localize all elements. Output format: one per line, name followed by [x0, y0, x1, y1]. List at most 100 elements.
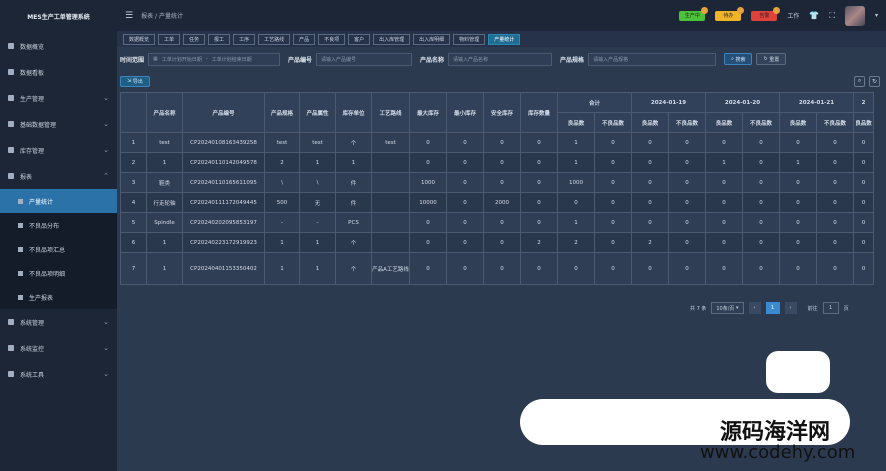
table-cell: 件	[335, 172, 372, 193]
table-row[interactable]: 5 Spindle CP20240202095853197- - PCS 0 0 0 0 1 0 0 0…	[120, 212, 874, 233]
table-cell: 0	[520, 132, 558, 153]
sidebar: MES生产工单管理系统 数据概览 数据看板 生产管理 ⌄ 基础数据管理 ⌄ 库存管理 ⌄ 报表 ⌃…	[0, 0, 117, 471]
shirt-icon[interactable]: 👕	[809, 11, 819, 20]
menu-toggle-icon[interactable]: ☰	[125, 11, 133, 21]
sidebar-subitem-1[interactable]: 不良品分布	[0, 213, 117, 237]
product-code-label: 产品编号	[288, 56, 313, 64]
gear-icon	[8, 319, 14, 325]
tags-view: 数据概览 工单 任务 报工 工序 工艺路线 产品 不良项 客户 出入库管理 出入库明细 物料管理 产量统…	[117, 31, 886, 47]
table-cell: CP20240111172049445	[182, 192, 265, 213]
table-cell: 0	[853, 132, 874, 153]
group-header: 2024-01-19	[631, 92, 706, 113]
table-row[interactable]: 2 1 CP20240110142049578 2 1 1 0 0 0 0 1 0 0 0 1 0 1 0 0	[120, 152, 874, 173]
table-cell: 1000	[557, 172, 595, 193]
tab-0[interactable]: 数据概览	[123, 33, 156, 45]
table-cell: 0	[853, 192, 874, 213]
reset-button[interactable]: ↻ 重置	[756, 53, 787, 65]
tab-10[interactable]: 出入库明细	[413, 33, 451, 45]
sidebar-subitem-2[interactable]: 不良品项汇总	[0, 237, 117, 261]
search-toggle-icon[interactable]: ⌕	[854, 75, 865, 87]
fullscreen-icon[interactable]: ⛶	[829, 11, 835, 21]
tab-2[interactable]: 任务	[183, 33, 206, 45]
breadcrumb-item[interactable]: 报表	[141, 13, 153, 20]
chevron-down-icon[interactable]: ▾	[875, 12, 878, 19]
table-cell: 1	[335, 152, 372, 173]
table-cell: -	[264, 212, 300, 233]
sidebar-item-t5[interactable]: 报表 ⌃	[0, 163, 117, 189]
table-cell: 0	[483, 232, 521, 253]
sub-header: 良品数	[631, 112, 669, 133]
sidebar-subitem-4[interactable]: 生产报表	[0, 285, 117, 309]
table-cell: 0	[705, 212, 743, 233]
sidebar-subitem-3[interactable]: 不良品项明细	[0, 261, 117, 285]
tab-5[interactable]: 工艺路线	[258, 33, 291, 45]
sidebar-item-t1[interactable]: 数据看板	[0, 59, 117, 85]
status-badge-production[interactable]: 生产中	[679, 6, 709, 21]
page-size-select[interactable]: 10条/页 ▾	[711, 302, 744, 314]
table-cell: 0	[631, 132, 669, 153]
table-cell: 0	[668, 152, 706, 173]
sidebar-item-label: 生产管理	[20, 95, 45, 103]
table-cell: 0	[520, 252, 558, 285]
table-cell: 0	[853, 172, 874, 193]
table-cell: 4	[120, 192, 147, 213]
sidebar-item-t0[interactable]: 数据概览	[0, 33, 117, 59]
prev-page-button[interactable]: ‹	[748, 302, 761, 314]
user-label[interactable]: 工作	[787, 11, 799, 20]
tab-11[interactable]: 物料管理	[453, 33, 486, 45]
table-cell: 0	[631, 152, 669, 173]
date-range-input[interactable]: ▦ 工单计划开始日期 - 工单计划结束日期	[148, 52, 281, 66]
product-name-input[interactable]: 请输入产品名称	[448, 52, 553, 66]
refresh-icon[interactable]: ↻	[869, 75, 880, 87]
sidebar-item-b2[interactable]: 系统工具 ⌄	[0, 361, 117, 387]
table-row[interactable]: 4 行走轮轴 CP20240111172049445 500 无件 10000 0 2000 0…	[120, 192, 874, 213]
stats-table-wrapper: 产品名称 产品编号 产品规格 产品属性 库存单位 工艺路线 最大库存 最小库存 安全库存 库存数量…	[120, 92, 886, 288]
sidebar-item-b1[interactable]: 系统监控 ⌄	[0, 335, 117, 361]
report-icon	[18, 270, 23, 276]
sidebar-subitem-label: 不良品项汇总	[29, 246, 66, 254]
sidebar-subitem-0[interactable]: 产量统计	[0, 189, 117, 213]
goto-page-input[interactable]: 1	[822, 302, 839, 314]
avatar[interactable]	[844, 5, 865, 26]
table-cell: 1	[557, 132, 595, 153]
search-button[interactable]: ⌕ 搜索	[724, 53, 753, 65]
table-cell: \	[264, 172, 300, 193]
table-cell: 0	[853, 212, 874, 233]
table-cell: 0	[483, 172, 521, 193]
table-cell: 0	[446, 232, 484, 253]
table-cell: \	[299, 172, 336, 193]
status-badge-alert[interactable]: 告警	[751, 6, 781, 21]
page-number-current[interactable]: 1	[765, 302, 780, 314]
sidebar-item-t3[interactable]: 基础数据管理 ⌄	[0, 111, 117, 137]
tab-4[interactable]: 工序	[233, 33, 256, 45]
table-cell: 0	[816, 252, 854, 285]
next-page-button[interactable]: ›	[784, 302, 797, 314]
tab-6[interactable]: 产品	[293, 33, 316, 45]
table-row[interactable]: 6 1 CP20240223172919923 1 1 个 0 0 0 2 2 0 2 0 0 0 0 0 0	[120, 232, 874, 253]
tab-3[interactable]: 报工	[208, 33, 231, 45]
table-row[interactable]: 3 鞋类 CP20240110165611095 \ \ 件 1000 0 0 0 1000 0 0 0 0…	[120, 172, 874, 193]
product-spec-input[interactable]: 请输入产品规格	[588, 52, 717, 66]
export-button[interactable]: ⇲ 导出	[120, 75, 150, 87]
sidebar-item-label: 系统工具	[20, 371, 45, 379]
product-code-input[interactable]: 请输入产品编号	[316, 52, 413, 66]
tab-1[interactable]: 工单	[158, 33, 181, 45]
column-header: 产品编号	[182, 92, 265, 133]
tab-7[interactable]: 不良项	[318, 33, 346, 45]
sidebar-item-label: 库存管理	[20, 147, 45, 155]
tab-9[interactable]: 出入库管理	[373, 33, 411, 45]
table-cell: 0	[594, 232, 632, 253]
tab-8[interactable]: 客户	[348, 33, 371, 45]
sidebar-item-t2[interactable]: 生产管理 ⌄	[0, 85, 117, 111]
table-cell: 0	[816, 132, 854, 153]
table-cell: 0	[631, 192, 669, 213]
status-badge-todo[interactable]: 待办	[715, 6, 745, 21]
tab-12[interactable]: 产量统计	[488, 33, 521, 45]
table-cell: 0	[816, 232, 854, 253]
sidebar-item-t4[interactable]: 库存管理 ⌄	[0, 137, 117, 163]
sidebar-item-b0[interactable]: 系统管理 ⌄	[0, 309, 117, 335]
table-row[interactable]: 7 1 CP20240401153350402 1 1 个产品A工艺路线 0 0 0 0 0 0 0 0 0…	[120, 252, 874, 285]
table-cell: 0	[816, 152, 854, 173]
table-row[interactable]: 1 test CP20240108163439258 test test 个 test 0 0 0…	[120, 132, 874, 153]
table-cell: 0	[483, 132, 521, 153]
